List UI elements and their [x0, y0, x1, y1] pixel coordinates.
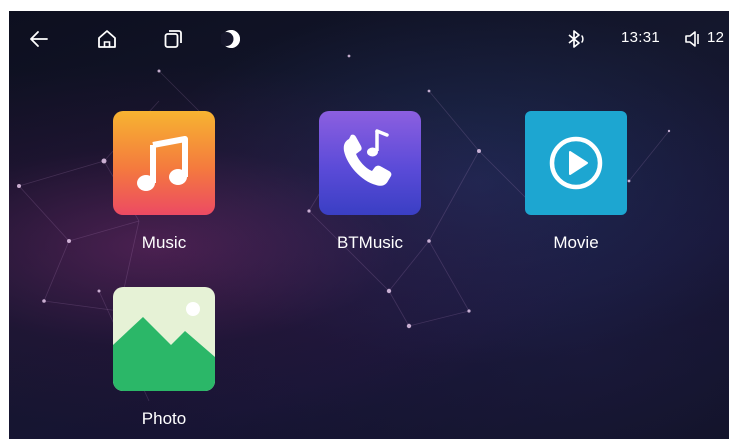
app-btmusic[interactable]: BTMusic	[310, 111, 430, 253]
volume-level: 12	[707, 29, 725, 46]
home-icon[interactable]	[95, 27, 119, 51]
moon-icon[interactable]	[221, 27, 245, 51]
app-photo[interactable]: Photo	[104, 287, 224, 429]
status-bar: 13:31 12	[9, 11, 729, 67]
app-movie[interactable]: Movie	[516, 111, 636, 253]
landscape-image-icon	[113, 302, 215, 391]
phone-music-icon	[343, 129, 392, 186]
photo-tile[interactable]	[113, 287, 215, 391]
back-arrow-icon[interactable]	[27, 27, 51, 51]
play-circle-icon	[549, 136, 603, 190]
movie-tile[interactable]	[525, 111, 627, 215]
music-note-icon	[137, 136, 188, 191]
music-tile[interactable]	[113, 111, 215, 215]
app-label-btmusic: BTMusic	[336, 233, 404, 252]
speaker-icon[interactable]	[681, 27, 705, 51]
recent-apps-icon[interactable]	[161, 27, 185, 51]
app-label-movie: Movie	[553, 233, 599, 252]
app-label-photo: Photo	[141, 409, 187, 428]
bluetooth-audio-icon	[565, 27, 589, 51]
launcher-screen: 13:31 12 Music BTMusic Movie Photo	[9, 11, 729, 439]
clock: 13:31	[621, 29, 661, 46]
app-music[interactable]: Music	[104, 111, 224, 253]
btmusic-tile[interactable]	[319, 111, 421, 215]
app-label-music: Music	[141, 233, 187, 252]
